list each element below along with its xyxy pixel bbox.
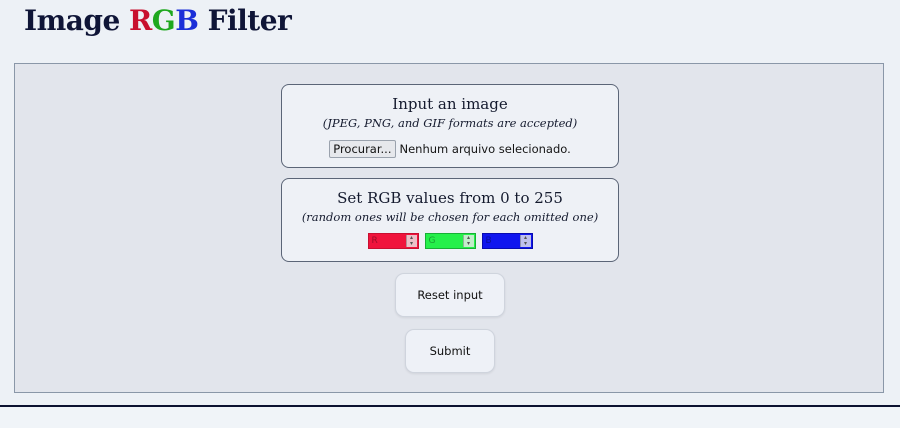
rgb-inputs-row: R ▴ ▾ G ▴ ▾ B ▴ ▾ [282,233,618,249]
title-word-image: Image [24,4,120,37]
file-input[interactable]: Procurar... Nenhum arquivo selecionado. [282,140,618,158]
rgb-values-card: Set RGB values from 0 to 255 (random one… [281,178,619,262]
image-upload-card: Input an image (JPEG, PNG, and GIF forma… [281,84,619,168]
reset-input-button[interactable]: Reset input [395,273,505,317]
footer [0,407,900,428]
main-panel: Input an image (JPEG, PNG, and GIF forma… [14,63,884,393]
rgb-note: (random ones will be chosen for each omi… [301,210,599,224]
submit-button[interactable]: Submit [405,329,495,373]
title-letter-g: G [151,4,176,37]
green-value-input[interactable]: G ▴ ▾ [424,233,476,249]
browse-button[interactable]: Procurar... [329,140,396,158]
file-status-text: Nenhum arquivo selecionado. [399,142,571,156]
green-placeholder: G [428,236,436,246]
title-word-filter: Filter [207,4,292,37]
upload-heading: Input an image [392,95,508,113]
page-title: Image RGB Filter [24,4,292,37]
rgb-heading: Set RGB values from 0 to 255 [337,189,563,207]
red-value-input[interactable]: R ▴ ▾ [367,233,419,249]
title-letter-b: B [175,4,199,37]
up-down-spinner-icon[interactable]: ▴ ▾ [462,235,474,247]
blue-value-input[interactable]: B ▴ ▾ [481,233,533,249]
title-letter-r: R [129,4,152,37]
upload-format-note: (JPEG, PNG, and GIF formats are accepted… [322,116,578,130]
up-down-spinner-icon[interactable]: ▴ ▾ [405,235,417,247]
up-down-spinner-icon[interactable]: ▴ ▾ [519,235,531,247]
blue-placeholder: B [485,236,492,246]
red-placeholder: R [371,236,378,246]
